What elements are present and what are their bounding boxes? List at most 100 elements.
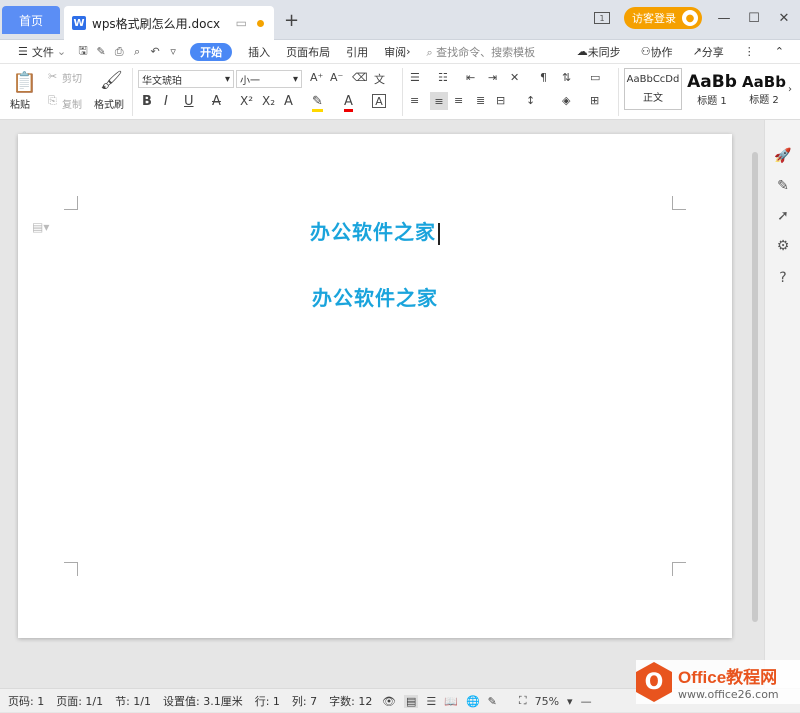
tab-start[interactable]: 开始: [190, 42, 233, 61]
tab-count-icon[interactable]: 1: [594, 12, 610, 24]
show-hide-icon[interactable]: ¶: [540, 71, 547, 84]
tab-stops-icon[interactable]: ▭: [590, 71, 600, 84]
maximize-icon[interactable]: ☐: [746, 11, 762, 26]
status-pages[interactable]: 页面: 1/1: [56, 693, 103, 709]
pen-icon[interactable]: ✎: [773, 178, 793, 198]
new-tab-button[interactable]: +: [284, 10, 299, 31]
align-right-icon[interactable]: ≡: [454, 94, 463, 107]
pointer-icon[interactable]: ➚: [773, 208, 793, 228]
text-effect-icon[interactable]: A: [284, 94, 293, 109]
paste-label[interactable]: 粘贴: [10, 96, 30, 111]
shrink-font-icon[interactable]: A⁻: [330, 71, 343, 84]
redo-dropdown-icon[interactable]: ▿: [164, 45, 182, 58]
tab-window-icon[interactable]: ▭: [236, 16, 247, 30]
scrollbar-thumb[interactable]: [752, 152, 758, 622]
subscript-icon[interactable]: X₂: [262, 94, 275, 108]
collab-button[interactable]: ⚇ 协作: [633, 40, 681, 64]
zoom-dropdown-icon[interactable]: ▾: [567, 695, 573, 708]
strikethrough-icon[interactable]: A: [212, 94, 221, 109]
numbered-list-icon[interactable]: ☷: [438, 71, 448, 84]
file-menu-label: 文件: [31, 45, 54, 59]
bold-icon[interactable]: B: [142, 94, 152, 109]
status-word-count[interactable]: 字数: 12: [329, 693, 372, 709]
document-page[interactable]: ▤▾ 办公软件之家 办公软件之家: [18, 134, 732, 638]
share-button[interactable]: ↗ 分享: [685, 40, 732, 64]
file-menu[interactable]: ☰ 文件 ⌄: [10, 40, 74, 64]
italic-icon[interactable]: I: [164, 94, 168, 109]
zoom-out-icon[interactable]: —: [581, 695, 592, 708]
style-heading-2[interactable]: AaBb 标题 2: [740, 68, 788, 110]
font-color-icon[interactable]: A: [344, 94, 353, 112]
phonetic-icon[interactable]: 文: [374, 71, 385, 87]
copy-icon[interactable]: ⎘: [48, 94, 57, 108]
status-column[interactable]: 列: 7: [292, 693, 317, 709]
tab-references[interactable]: 引用: [338, 40, 376, 64]
distribute-icon[interactable]: ⊟: [496, 94, 505, 107]
increase-indent-icon[interactable]: ⇥: [488, 71, 497, 84]
superscript-icon[interactable]: X²: [240, 94, 253, 108]
help-icon[interactable]: ?: [773, 270, 793, 290]
clear-format-icon[interactable]: ⌫: [352, 71, 368, 84]
outline-view-icon[interactable]: ☰: [426, 695, 436, 708]
rocket-icon[interactable]: 🚀: [773, 148, 793, 168]
status-section[interactable]: 节: 1/1: [115, 693, 151, 709]
format-painter-icon[interactable]: 🖌: [100, 70, 123, 91]
eye-protection-icon[interactable]: 👁: [382, 695, 396, 708]
line-spacing-icon[interactable]: ↕: [526, 94, 535, 107]
collab-label: 协作: [650, 45, 673, 59]
style-heading-1[interactable]: AaBb 标题 1: [684, 68, 740, 110]
borders-icon[interactable]: ⊞: [590, 94, 599, 107]
format-painter-small-icon[interactable]: ✎: [92, 45, 110, 58]
home-tab[interactable]: 首页: [2, 6, 60, 34]
minimize-icon[interactable]: —: [716, 11, 732, 26]
font-size-select[interactable]: 小一 ▾: [236, 70, 302, 88]
cut-icon[interactable]: ✂: [48, 70, 57, 83]
align-left-icon[interactable]: ≡: [410, 94, 419, 107]
zoom-level[interactable]: 75%: [535, 695, 559, 708]
underline-icon[interactable]: U: [184, 94, 194, 109]
document-tab[interactable]: W wps格式刷怎么用.docx ▭: [64, 6, 274, 40]
document-line-1[interactable]: 办公软件之家: [18, 216, 732, 245]
align-center-icon[interactable]: ≡: [430, 92, 448, 110]
sync-button[interactable]: ☁ 未同步: [569, 40, 629, 64]
status-page-number[interactable]: 页码: 1: [8, 693, 44, 709]
copy-label[interactable]: 复制: [62, 96, 82, 111]
sort-icon[interactable]: ⇅: [562, 71, 571, 84]
justify-icon[interactable]: ≣: [476, 94, 485, 107]
print-icon[interactable]: ⎙: [110, 45, 128, 59]
more-icon[interactable]: ⋮: [736, 40, 763, 64]
status-row[interactable]: 行: 1: [255, 693, 280, 709]
tab-review[interactable]: 审阅 ›: [376, 40, 418, 64]
status-setting[interactable]: 设置值: 3.1厘米: [163, 693, 243, 709]
grow-font-icon[interactable]: A⁺: [310, 71, 323, 84]
command-search[interactable]: ⌕ 查找命令、搜索模板: [427, 44, 536, 60]
visitor-login-button[interactable]: 访客登录 ●: [624, 7, 702, 29]
decrease-indent-icon[interactable]: ⇤: [466, 71, 475, 84]
style-normal[interactable]: AaBbCcDd 正文: [624, 68, 682, 110]
styles-scroll-icon[interactable]: ›: [788, 84, 792, 95]
collapse-ribbon-icon[interactable]: ⌃: [767, 40, 792, 64]
page-view-icon[interactable]: ▤: [403, 694, 419, 708]
paste-icon[interactable]: 📋: [12, 70, 37, 94]
shading-icon[interactable]: ◈: [562, 94, 570, 107]
fit-page-icon[interactable]: ⛶: [519, 694, 527, 708]
document-line-2[interactable]: 办公软件之家: [18, 282, 732, 311]
highlight-icon[interactable]: ✎: [312, 94, 323, 112]
undo-icon[interactable]: ↶: [146, 45, 164, 58]
format-painter-label[interactable]: 格式刷: [94, 96, 124, 111]
tab-page-layout[interactable]: 页面布局: [278, 40, 338, 64]
settings-sliders-icon[interactable]: ⚙: [773, 238, 793, 258]
save-icon[interactable]: 🖫: [74, 42, 92, 61]
tab-insert[interactable]: 插入: [240, 40, 278, 64]
cut-label[interactable]: 剪切: [62, 70, 82, 85]
close-icon[interactable]: ✕: [776, 11, 792, 26]
vertical-scrollbar[interactable]: [750, 136, 760, 622]
char-border-icon[interactable]: A: [372, 94, 386, 108]
web-view-icon[interactable]: 🌐: [466, 695, 480, 708]
bullet-list-icon[interactable]: ☰: [410, 71, 420, 84]
chinese-layout-icon[interactable]: ✕: [510, 71, 519, 84]
print-preview-icon[interactable]: ⌕: [128, 45, 146, 59]
write-view-icon[interactable]: ✎: [488, 695, 497, 708]
font-name-select[interactable]: 华文琥珀 ▾: [138, 70, 234, 88]
reading-view-icon[interactable]: 📖: [444, 695, 458, 708]
